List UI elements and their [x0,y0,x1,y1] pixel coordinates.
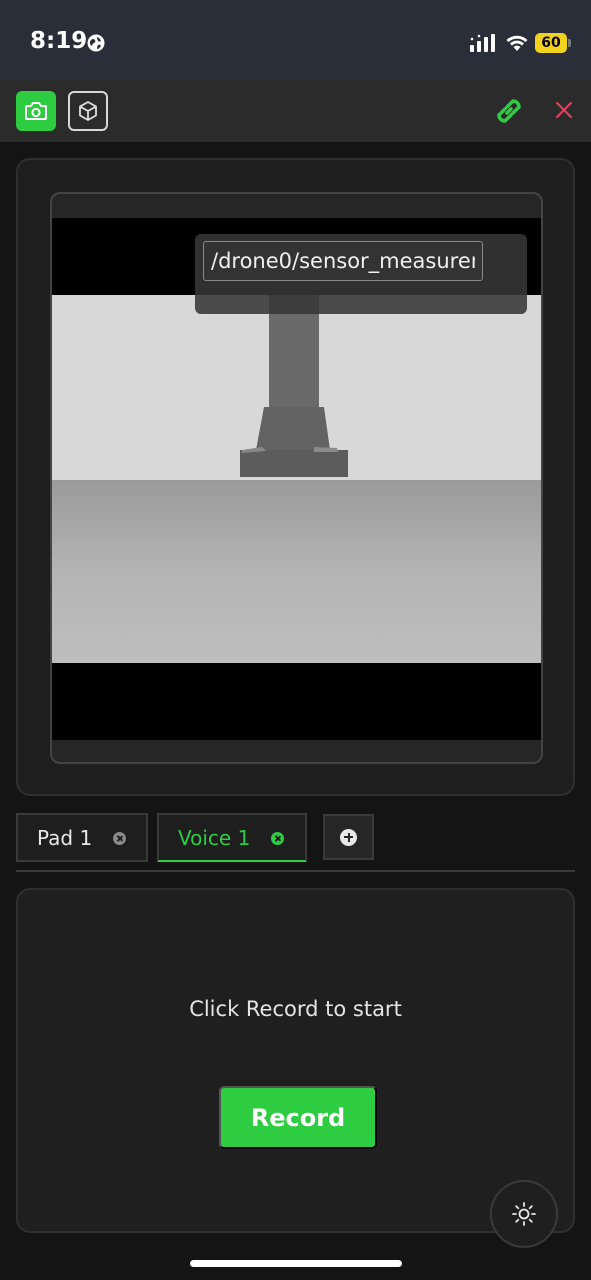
tab-divider [16,870,575,872]
tab-label: Pad 1 [37,826,93,850]
signal-icon [470,34,495,52]
link-icon[interactable] [490,92,528,130]
home-indicator [190,1260,402,1267]
add-tab-button[interactable] [323,814,374,860]
sun-icon [512,1202,536,1226]
wifi-icon [506,35,528,51]
camera-icon [25,102,47,120]
topic-input[interactable] [203,241,483,281]
camera-panel [16,158,575,796]
close-icon[interactable] [552,98,576,122]
camera-image [52,295,541,663]
close-tab-icon[interactable] [271,832,284,845]
status-time: 8:19 [30,28,88,54]
tab-pad-1[interactable]: Pad 1 [16,813,148,862]
cube-icon [79,101,97,121]
voice-panel: Click Record to start Record [16,888,575,1233]
status-bar: 8:19 60 [0,0,591,80]
record-hint: Click Record to start [189,997,402,1021]
globe-icon [87,34,105,52]
battery-level: 60 [535,33,567,53]
3d-view-button[interactable] [68,91,108,131]
record-button[interactable]: Record [219,1086,377,1149]
theme-toggle-button[interactable] [490,1180,558,1248]
close-tab-icon[interactable] [113,832,126,845]
camera-frame [50,192,543,764]
topic-selector-overlay [195,234,527,314]
tab-label: Voice 1 [178,826,251,850]
plus-icon [340,828,357,846]
camera-view-button[interactable] [16,91,56,131]
tab-voice-1[interactable]: Voice 1 [157,813,307,862]
top-toolbar [0,80,591,142]
battery-icon: 60 [535,33,571,53]
